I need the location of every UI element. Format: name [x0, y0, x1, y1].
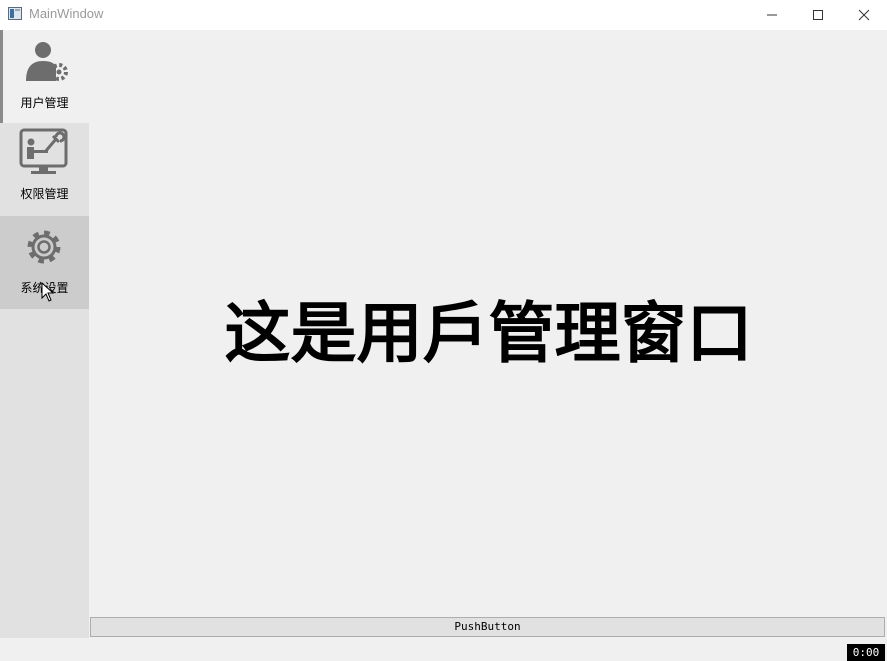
push-button[interactable]: PushButton	[90, 617, 885, 637]
close-button[interactable]	[841, 0, 887, 30]
sidebar-item-label: 权限管理	[20, 187, 69, 201]
sidebar: 用户管理 权限管理 系统设置	[0, 30, 89, 638]
page-title: 这是用戶管理窗口	[224, 294, 753, 372]
sidebar-item-permission-management[interactable]: 权限管理	[0, 123, 89, 216]
user-settings-icon	[26, 42, 68, 81]
sidebar-item-label: 用户管理	[20, 96, 69, 110]
maximize-button[interactable]	[795, 0, 841, 30]
sidebar-item-user-management[interactable]: 用户管理	[0, 30, 89, 123]
gear-icon	[27, 230, 61, 264]
maximize-icon	[813, 10, 823, 20]
close-icon	[858, 9, 870, 21]
status-bar	[0, 638, 887, 661]
mouse-cursor-icon	[41, 282, 55, 302]
timer-badge: 0:00	[847, 644, 885, 661]
app-icon	[8, 7, 22, 20]
title-bar[interactable]: MainWindow	[0, 0, 887, 30]
main-window: MainWindow 用户管理 权限管理 这是用戶管理窗口 PushButton…	[0, 0, 887, 661]
monitor-wrench-icon	[19, 128, 68, 174]
minimize-icon	[767, 14, 777, 16]
window-title: MainWindow	[29, 6, 104, 21]
minimize-button[interactable]	[749, 0, 795, 30]
